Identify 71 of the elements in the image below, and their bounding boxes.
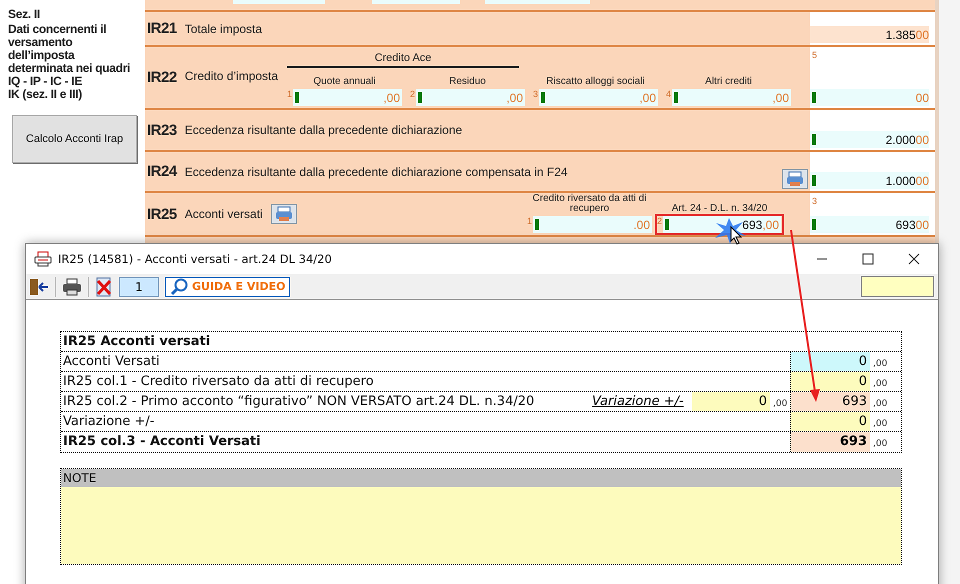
value-field[interactable]: 693 [790,392,870,411]
value-field[interactable]: 0 [790,372,870,391]
input-field[interactable]: 693,00 [663,216,781,233]
input-field[interactable] [233,0,325,4]
notes-heading: NOTE [61,469,901,487]
row-label: Acconti versati [184,207,263,221]
window-title: IR25 (14581) - Acconti versati - art.24 DL 34/20 [58,252,332,266]
row-code: IR25 [147,206,177,222]
page-number[interactable]: 1 [119,276,159,296]
printer-icon[interactable] [62,278,82,296]
maximize-icon[interactable] [862,253,874,265]
row-label: Totale imposta [184,22,262,36]
total-field[interactable]: 1.00000 [810,172,929,189]
input-field[interactable] [861,276,934,297]
total-field[interactable]: 1.38500 [810,26,929,43]
field-number: 1 [527,216,533,226]
input-field[interactable] [372,0,460,4]
cents-label: ,00 [772,398,788,411]
variation-label: Variazione +/- [592,393,685,411]
cents-label: ,00 [872,378,888,391]
column-heading: Art. 24 - D.L. n. 34/20 [670,204,768,214]
column-heading: Riscatto alloggi sociali [545,77,646,87]
row-label: IR25 col.2 - Primo acconto “figurativo” NON VERSATO art.24 DL. n.34/20 [62,393,536,411]
field-number: 1 [287,89,293,99]
total-field[interactable]: 69300 [810,216,929,233]
printer-icon [34,251,52,267]
field-number: 2 [410,89,416,99]
input-field[interactable] [485,0,590,4]
row-label: Variazione +/- [62,413,156,431]
field-number: 3 [533,89,539,99]
calculator-button[interactable] [782,169,808,189]
row-code: IR24 [147,163,177,180]
printer-icon [786,171,804,187]
close-icon[interactable] [908,253,920,265]
row-label: Eccedenza risultante dalla precedente dichiarazione compensata in F24 [184,164,568,178]
variation-field[interactable]: 0 [692,392,770,411]
row-code: IR23 [147,122,177,138]
field-number: 4 [666,89,672,99]
printer-icon [274,206,293,222]
row-label: Credito d’imposta [184,69,278,83]
value-field[interactable]: 0 [790,412,870,431]
delete-document-icon[interactable] [95,276,113,296]
exit-door-icon[interactable] [29,278,49,296]
cents-label: ,00 [872,398,888,411]
cents-label: ,00 [872,438,888,451]
section-description: Dati concernenti il versamento dell’imposta determinata nei quadri IQ - IP - IC - IE IK (sez. II e III) [8,23,132,101]
table-heading: IR25 Acconti versati [62,333,212,351]
row-code: IR22 [147,69,177,86]
row-label: IR25 col.3 - Acconti Versati [62,433,262,451]
notes-field[interactable]: NOTE [60,468,902,565]
column-heading: Credito riversato da atti di recupero [532,194,648,214]
field-number: 5 [812,50,818,60]
calculator-button[interactable] [270,204,297,224]
field-number: 3 [812,196,818,206]
column-heading: Altri crediti [704,77,753,87]
section-title: Sez. II [8,8,41,21]
row-code: IR21 [147,20,177,37]
search-icon [170,278,188,296]
cents-label: ,00 [872,418,888,431]
cents-label: ,00 [872,358,888,371]
total-field[interactable]: 2.00000 [810,131,929,148]
field-number: 2 [657,216,663,226]
column-heading: Residuo [448,77,487,87]
value-field[interactable]: 693 [790,432,870,452]
row-label: IR25 col.1 - Credito riversato da atti di recupero [62,373,375,391]
row-label: Acconti Versati [62,353,161,371]
row-label: Eccedenza risultante dalla precedente dichiarazione [184,123,462,137]
calc-button[interactable]: Calcolo Acconti Irap [12,115,137,163]
column-heading: Quote annuali [312,77,377,87]
group-heading: Credito Ace [287,52,519,68]
value-field[interactable]: 0 [790,352,870,371]
